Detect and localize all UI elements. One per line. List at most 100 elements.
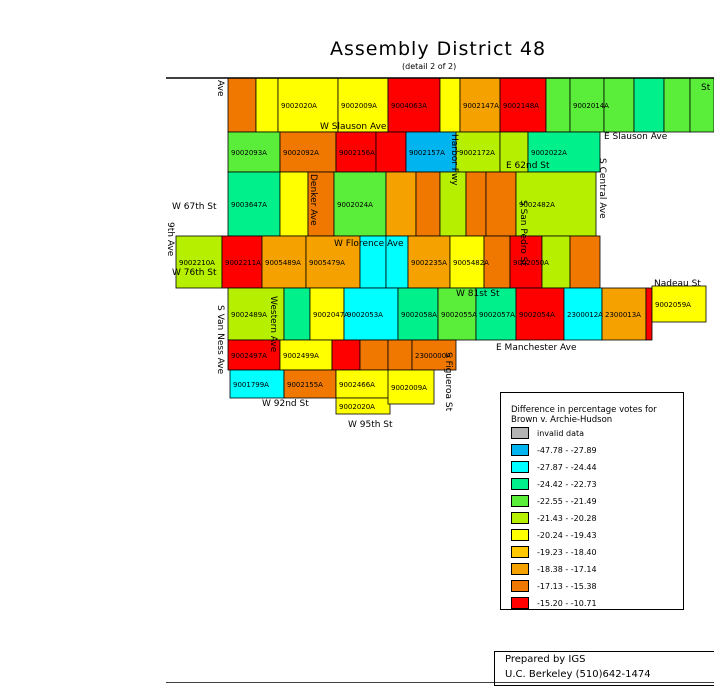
- precinct-cell: [283, 287, 311, 341]
- precinct-cell: [387, 339, 413, 371]
- street-label: Denker Ave: [308, 174, 318, 226]
- legend-swatch: [511, 495, 529, 507]
- legend-swatch: [511, 529, 529, 541]
- legend-item: -20.24 - -19.43: [511, 528, 597, 542]
- precinct-label: 9002054A: [519, 311, 555, 319]
- legend-label: invalid data: [537, 428, 585, 438]
- precinct-label: 9002024A: [337, 201, 373, 209]
- map-title: Assembly District 48: [330, 38, 547, 60]
- precinct-label: 9002499A: [283, 352, 319, 360]
- street-label: W Slauson Ave: [320, 122, 387, 132]
- precinct-label: 9002053A: [347, 311, 383, 319]
- precinct-label: 9002466A: [339, 381, 375, 389]
- precinct-label: 2300013A: [605, 311, 641, 319]
- legend-item: -21.43 - -20.28: [511, 511, 597, 525]
- precinct-cell: [255, 77, 279, 133]
- precinct-label: 9002055A: [441, 311, 477, 319]
- precinct-cell: [645, 287, 653, 341]
- precinct-label: 9002020A: [281, 102, 317, 110]
- street-label: S Central Ave: [597, 158, 607, 219]
- legend-item: -15.20 - -10.71: [511, 596, 597, 610]
- legend-label: -19.23 - -18.40: [537, 547, 597, 557]
- precinct-label: 9002092A: [283, 149, 319, 157]
- precinct-cell: [633, 77, 665, 133]
- precinct-cell: [569, 235, 601, 289]
- street-label: St: [701, 83, 711, 93]
- precinct-cell: [415, 171, 441, 237]
- legend-title: Difference in percentage votes for Brown…: [511, 405, 657, 425]
- legend-swatch: [511, 563, 529, 575]
- legend-label: -24.42 - -22.73: [537, 479, 597, 489]
- precinct-cell: [375, 131, 407, 173]
- credits-line-contact: U.C. Berkeley (510)642-1474: [505, 669, 651, 680]
- legend-label: -21.43 - -20.28: [537, 513, 597, 523]
- street-label: Western Ave: [268, 296, 278, 353]
- street-label: W 67th St: [172, 202, 217, 212]
- precinct-label: 9004063A: [391, 102, 427, 110]
- legend-label: -20.24 - -19.43: [537, 530, 597, 540]
- precinct-label: 9002057A: [479, 311, 515, 319]
- street-label: Harbor Fwy: [449, 134, 459, 186]
- legend-swatch: [511, 427, 529, 439]
- precinct-label: 9002058A: [401, 311, 437, 319]
- precinct-label: 9002157A: [409, 149, 445, 157]
- precinct-label: 9005482A: [453, 259, 489, 267]
- precinct-label: 9002235A: [411, 259, 447, 267]
- street-label: W Florence Ave: [334, 239, 404, 249]
- street-label: S Van Ness Ave: [215, 305, 225, 375]
- precinct-cell: [279, 171, 309, 237]
- precinct-label: 9005489A: [265, 259, 301, 267]
- legend-swatch: [511, 461, 529, 473]
- precinct-label: 9005479A: [309, 259, 345, 267]
- credits-line-prepared: Prepared by IGS: [505, 654, 586, 665]
- precinct-cell: [663, 77, 691, 133]
- street-label: W 76th St: [172, 268, 217, 278]
- legend-swatch: [511, 546, 529, 558]
- legend-item: invalid data: [511, 426, 584, 440]
- street-label: 9th Ave: [165, 222, 175, 257]
- precinct-label: 9003647A: [231, 201, 267, 209]
- precinct-cell: [359, 339, 389, 371]
- legend-item: -22.55 - -21.49: [511, 494, 597, 508]
- precinct-cell: [485, 171, 517, 237]
- precinct-cell: [385, 171, 417, 237]
- precinct-cell: [545, 77, 571, 133]
- precinct-label: 9002156A: [339, 149, 375, 157]
- precinct-label: 2300012A: [567, 311, 603, 319]
- legend-item: -19.23 - -18.40: [511, 545, 597, 559]
- precinct-label: 9002014A: [573, 102, 609, 110]
- street-label: Ave: [215, 80, 225, 97]
- legend-swatch: [511, 478, 529, 490]
- precinct-label: 9002148A: [503, 102, 539, 110]
- street-label: W 81st St: [456, 289, 500, 299]
- precinct-label: 9002059A: [655, 301, 691, 309]
- legend-label: -17.13 - -15.38: [537, 581, 597, 591]
- legend-label: -18.38 - -17.14: [537, 564, 597, 574]
- precinct-label: 9002489A: [231, 311, 267, 319]
- street-label: Nadeau St: [654, 279, 701, 289]
- street-label: W 95th St: [348, 420, 393, 430]
- legend-swatch: [511, 597, 529, 609]
- precinct-cell: [227, 77, 257, 133]
- precinct-label: 9002497A: [231, 352, 267, 360]
- precinct-label: 9002022A: [531, 149, 567, 157]
- street-label: W 92nd St: [262, 399, 309, 409]
- legend-item: -24.42 - -22.73: [511, 477, 597, 491]
- precinct-label: 9002020A: [339, 403, 375, 411]
- legend-item: -17.13 - -15.38: [511, 579, 597, 593]
- precinct-label: 9002211A: [225, 259, 261, 267]
- legend-box: Difference in percentage votes for Brown…: [500, 392, 684, 610]
- precinct-label: 9001799A: [233, 381, 269, 389]
- map-subtitle: (detail 2 of 2): [402, 62, 457, 71]
- precinct-label: 9002147A: [463, 102, 499, 110]
- precinct-cell: [465, 171, 487, 237]
- legend-item: -47.78 - -27.89: [511, 443, 597, 457]
- precinct-label: 9002155A: [287, 381, 323, 389]
- legend-label: -47.78 - -27.89: [537, 445, 597, 455]
- credits-box: Prepared by IGS U.C. Berkeley (510)642-1…: [494, 651, 714, 686]
- precinct-label: 9002210A: [179, 259, 215, 267]
- precinct-label: 9002047A: [313, 311, 349, 319]
- precinct-label: 9002009A: [341, 102, 377, 110]
- legend-item: -27.87 - -24.44: [511, 460, 597, 474]
- precinct-label: 9002093A: [231, 149, 267, 157]
